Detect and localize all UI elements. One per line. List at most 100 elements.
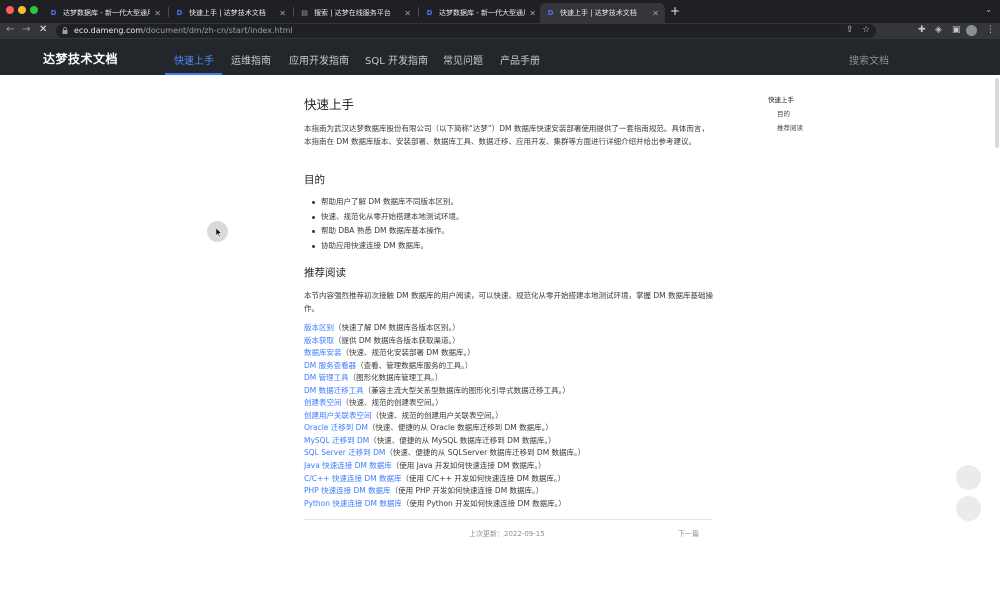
list-item: DM 服务查看器（查看、管理数据库服务的工具。） [304,360,585,373]
dameng-favicon-icon: D [426,9,433,17]
extension-icon[interactable]: ✚ [918,25,926,35]
link-desc: （快速了解 DM 数据库各版本区别。） [334,323,460,332]
active-nav-indicator [165,73,222,75]
document-favicon-icon: ▤ [301,9,308,17]
list-item: 版本区别（快速了解 DM 数据库各版本区别。） [304,322,585,335]
toc-item-purpose[interactable]: 目的 [777,108,790,118]
link-version-download[interactable]: 版本获取 [304,336,334,345]
site-header: 达梦技术文档 快速上手 运维指南 应用开发指南 SQL 开发指南 常见问题 产品… [0,39,1000,75]
tab-title: 达梦数据库 - 新一代大型通用关系型数... [63,9,151,17]
list-item: 数据库安装（快速、规范化安装部署 DM 数据库。） [304,347,585,360]
nav-app-dev-guide[interactable]: 应用开发指南 [289,52,349,67]
list-item: DM 管理工具（图形化数据库管理工具。） [304,372,585,385]
page-scrollbar[interactable] [995,78,999,148]
nav-faq[interactable]: 常见问题 [443,52,483,67]
list-item: Java 快速连接 DM 数据库（使用 Java 开发如何快速连接 DM 数据库… [304,460,585,473]
stop-loading-icon[interactable]: ✕ [39,24,47,35]
link-desc: （快速、便捷的从 Oracle 数据库迁移到 DM 数据库。） [367,423,553,433]
tab-title: 搜索 | 达梦在线服务平台 [314,9,391,17]
purpose-list: 帮助用户了解 DM 数据库不同版本区别。 快速、规范化从零开始搭建本地测试环境。… [312,195,464,253]
browser-tab-2[interactable]: D 快速上手 | 达梦技术文档 ✕ [169,3,292,23]
list-item: 帮助用户了解 DM 数据库不同版本区别。 [312,195,464,210]
link-service-viewer[interactable]: DM 服务查看器 [304,361,356,370]
toc-item-reading[interactable]: 推荐阅读 [777,122,803,132]
close-tab-icon[interactable]: ✕ [529,9,536,18]
browser-toolbar: ← → ✕ eco.dameng.com/document/dm/zh-cn/s… [0,23,1000,39]
recommended-links-list: 版本区别（快速了解 DM 数据库各版本区别。） 版本获取（提供 DM 数据库各版… [304,322,585,510]
side-panel-icon[interactable]: ▣ [952,25,961,35]
link-oracle-migration[interactable]: Oracle 迁移到 DM [304,423,368,432]
list-item: C/C++ 快速连接 DM 数据库（使用 C/C++ 开发如何快速连接 DM 数… [304,473,585,486]
dameng-favicon-icon: D [50,9,57,17]
close-tab-icon[interactable]: ✕ [404,9,411,18]
nav-quick-start[interactable]: 快速上手 [174,52,214,67]
browser-menu-icon[interactable]: ⋮ [986,25,995,35]
list-item: 帮助 DBA 熟悉 DM 数据库基本操作。 [312,224,464,239]
nav-product-manual[interactable]: 产品手册 [500,52,540,67]
list-item: DM 数据迁移工具（兼容主流大型关系型数据库的图形化引导式数据迁移工具。） [304,385,585,398]
list-item: 快速、规范化从零开始搭建本地测试环境。 [312,210,464,225]
browser-tab-3[interactable]: ▤ 搜索 | 达梦在线服务平台 ✕ [294,3,417,23]
link-desc: （提供 DM 数据库各版本获取渠道。） [334,335,460,345]
link-python-connect[interactable]: Python 快速连接 DM 数据库 [304,499,402,508]
profile-avatar[interactable] [966,25,977,36]
new-tab-icon[interactable]: + [670,4,680,18]
link-php-connect[interactable]: PHP 快速连接 DM 数据库 [304,486,391,495]
tab-title: 快速上手 | 达梦技术文档 [189,9,266,17]
search-docs-input[interactable]: 搜索文档 [849,52,889,67]
address-bar[interactable]: eco.dameng.com/document/dm/zh-cn/start/i… [56,24,876,38]
tab-search-icon[interactable]: ⌄ [985,5,992,14]
share-icon[interactable]: ⇪ [846,25,854,35]
link-desc: （快速、规范化安装部署 DM 数据库。） [341,348,475,358]
extensions-puzzle-icon[interactable]: ◈ [935,25,942,35]
page-title: 快速上手 [304,97,355,112]
close-tab-icon[interactable]: ✕ [154,9,161,18]
link-migration-tool[interactable]: DM 数据迁移工具 [304,386,364,395]
dameng-favicon-icon: D [176,9,183,17]
link-desc: （快速、便捷的从 SQLServer 数据库迁移到 DM 数据库。） [385,448,586,458]
link-java-connect[interactable]: Java 快速连接 DM 数据库 [304,461,392,470]
back-arrow-icon[interactable]: ← [6,24,14,35]
browser-tab-5-active[interactable]: D 快速上手 | 达梦技术文档 ✕ [540,3,665,23]
close-tab-icon[interactable]: ✕ [652,9,659,18]
link-create-tablespace[interactable]: 创建表空间 [304,398,342,407]
intro-paragraph: 本指南为武汉达梦数据库股份有限公司（以下简称“达梦”）DM 数据库快速安装部署使… [304,124,709,146]
site-logo[interactable]: 达梦技术文档 [43,50,118,67]
url-path: /document/dm/zh-cn/start/index.html [143,26,293,35]
minimize-window-button[interactable] [18,6,26,14]
mouse-cursor-icon [216,228,222,237]
tab-title: 达梦数据库 - 新一代大型通用关系型数... [439,9,526,17]
maximize-window-button[interactable] [30,6,38,14]
dameng-favicon-icon: D [547,9,554,17]
nav-sql-dev-guide[interactable]: SQL 开发指南 [365,52,428,67]
bookmark-star-icon[interactable]: ☆ [862,25,870,35]
last-updated: 上次更新：2022-09-15 [469,530,545,538]
link-cpp-connect[interactable]: C/C++ 快速连接 DM 数据库 [304,474,401,483]
link-desc: （图形化数据库管理工具。） [348,373,443,383]
recommended-reading-heading: 推荐阅读 [304,267,346,279]
link-mysql-migration[interactable]: MySQL 迁移到 DM [304,436,369,445]
browser-tab-1[interactable]: D 达梦数据库 - 新一代大型通用关系型数... ✕ [43,3,167,23]
next-page-link[interactable]: 下一篇 [678,529,699,539]
back-to-top-button[interactable] [956,496,981,521]
link-manager-tool[interactable]: DM 管理工具 [304,373,349,382]
nav-operations-guide[interactable]: 运维指南 [231,52,271,67]
close-window-button[interactable] [6,6,14,14]
close-tab-icon[interactable]: ✕ [279,9,286,18]
link-desc: （使用 Java 开发如何快速连接 DM 数据库。） [391,461,546,471]
link-desc: （兼容主流大型关系型数据库的图形化引导式数据迁移工具。） [363,385,570,395]
list-item: 创建表空间（快速、规范的创建表空间。） [304,397,585,410]
list-item: 版本获取（提供 DM 数据库各版本获取渠道。） [304,335,585,348]
link-db-install[interactable]: 数据库安装 [304,348,342,357]
link-desc: （快速、便捷的从 MySQL 数据库迁移到 DM 数据库。） [369,435,556,445]
link-create-user-tablespace[interactable]: 创建用户关联表空间 [304,411,372,420]
list-item: MySQL 迁移到 DM（快速、便捷的从 MySQL 数据库迁移到 DM 数据库… [304,435,585,448]
list-item: PHP 快速连接 DM 数据库（使用 PHP 开发如何快速连接 DM 数据库。） [304,485,585,498]
link-version-diff[interactable]: 版本区别 [304,323,334,332]
floating-help-button[interactable] [956,465,981,490]
lock-icon [62,27,68,34]
link-sqlserver-migration[interactable]: SQL Server 迁移到 DM [304,448,385,457]
browser-tab-4[interactable]: D 达梦数据库 - 新一代大型通用关系型数... ✕ [419,3,542,23]
forward-arrow-icon[interactable]: → [22,24,30,35]
toc-item-quick-start[interactable]: 快速上手 [768,94,794,104]
